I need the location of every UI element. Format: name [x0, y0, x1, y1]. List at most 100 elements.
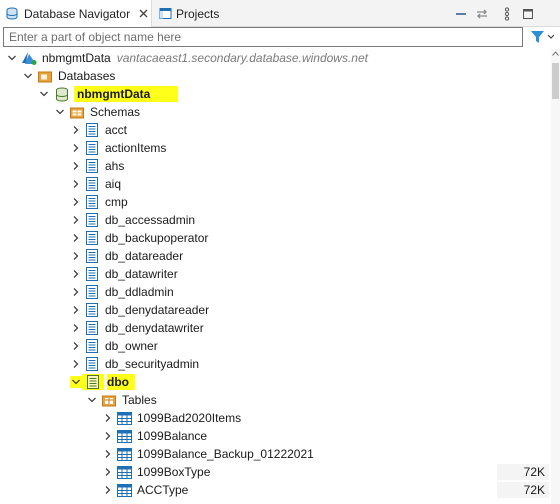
schema-icon — [84, 230, 100, 246]
view-menu-icon[interactable] — [499, 6, 515, 22]
chevron-right-icon[interactable] — [70, 214, 82, 226]
chevron-right-icon[interactable] — [70, 232, 82, 244]
tree-node-label: aiq — [105, 177, 122, 191]
tree-node-schema[interactable]: db_securityadmin — [0, 355, 548, 373]
tree-node-table[interactable]: 1099Bad2020Items — [0, 409, 548, 427]
tree-node-databases[interactable]: Databases — [0, 67, 548, 85]
chevron-down-icon[interactable] — [22, 70, 34, 82]
minimize-icon[interactable] — [453, 6, 469, 22]
chevron-right-icon[interactable] — [70, 358, 82, 370]
chevron-right-icon[interactable] — [102, 412, 114, 424]
table-icon — [116, 446, 132, 462]
table-size: 72K — [497, 464, 549, 480]
chevron-right-icon[interactable] — [70, 160, 82, 172]
tree-node-database[interactable]: nbmgmtData — [0, 85, 548, 103]
chevron-right-icon[interactable] — [102, 448, 114, 460]
chevron-right-icon[interactable] — [70, 196, 82, 208]
tree-node-schema[interactable]: db_denydatawriter — [0, 319, 548, 337]
tab-projects[interactable]: Projects — [153, 0, 253, 27]
tree-node-label: db_ddladmin — [105, 285, 174, 299]
schema-icon — [84, 194, 100, 210]
tree-node-schema[interactable]: db_denydatareader — [0, 301, 548, 319]
tree-node-label: Tables — [122, 393, 157, 407]
chevron-down-icon[interactable] — [6, 52, 18, 64]
tree-node-schema[interactable]: actionItems — [0, 139, 548, 157]
tree-node-schema[interactable]: db_backupoperator — [0, 229, 548, 247]
schema-icon — [84, 356, 100, 372]
tree-node-table[interactable]: 1099BoxType 72K — [0, 463, 549, 481]
tree-node-schema[interactable]: db_datawriter — [0, 265, 548, 283]
tree-node-label: db_denydatareader — [105, 303, 210, 317]
tree-node-schema[interactable]: db_accessadmin — [0, 211, 548, 229]
database-navigator-icon — [6, 7, 20, 21]
view-tab-bar: Database Navigator Projects — [0, 0, 560, 27]
schema-icon — [84, 284, 100, 300]
tree-node-schema[interactable]: ahs — [0, 157, 548, 175]
database-icon — [54, 86, 70, 102]
chevron-right-icon[interactable] — [70, 142, 82, 154]
chevron-down-icon[interactable] — [38, 88, 50, 100]
chevron-right-icon[interactable] — [70, 124, 82, 136]
tree-node-label: acct — [105, 123, 128, 137]
tree-node-label: 1099Balance — [137, 429, 208, 443]
scroll-up-arrow-icon[interactable] — [551, 51, 560, 59]
tree-node-label: ahs — [105, 159, 125, 173]
chevron-right-icon[interactable] — [70, 178, 82, 190]
tree-node-label: actionItems — [105, 141, 167, 155]
filter-icon[interactable] — [530, 29, 556, 45]
schema-icon — [84, 338, 100, 354]
table-icon — [116, 428, 132, 444]
chevron-right-icon[interactable] — [70, 286, 82, 298]
table-icon — [116, 410, 132, 426]
chevron-right-icon[interactable] — [102, 484, 114, 496]
azure-connection-icon — [21, 50, 37, 66]
vertical-scrollbar[interactable] — [551, 49, 560, 504]
tree-node-schema[interactable]: cmp — [0, 193, 548, 211]
tree-node-label: nbmgmtData — [74, 86, 179, 102]
tree-node-schema[interactable]: db_owner — [0, 337, 548, 355]
chevron-right-icon[interactable] — [70, 340, 82, 352]
tree-node-tables[interactable]: Tables — [0, 391, 548, 409]
tree-node-label: 1099BoxType — [137, 465, 211, 479]
tree-node-label: Schemas — [90, 105, 141, 119]
close-icon[interactable] — [137, 8, 149, 20]
tree-node-label: nbmgmtData — [42, 51, 111, 65]
tree-node-label: db_datareader — [105, 249, 184, 263]
chevron-down-icon[interactable] — [70, 376, 82, 388]
schema-icon — [84, 122, 100, 138]
chevron-down-icon[interactable] — [86, 394, 98, 406]
chevron-right-icon[interactable] — [70, 250, 82, 262]
tree-node-label: Databases — [58, 69, 116, 83]
tree-node-schemas[interactable]: Schemas — [0, 103, 548, 121]
tree-node-schema[interactable]: aiq — [0, 175, 548, 193]
tree-node-table[interactable]: ACCType 72K — [0, 481, 549, 499]
tree-node-table[interactable]: 1099Balance — [0, 427, 548, 445]
tab-database-navigator[interactable]: Database Navigator — [0, 0, 152, 27]
table-size: 72K — [497, 482, 549, 498]
tree-node-schema[interactable]: db_ddladmin — [0, 283, 548, 301]
table-icon — [116, 464, 132, 480]
schemas-folder-icon — [69, 104, 85, 120]
chevron-down-icon[interactable] — [54, 106, 66, 118]
chevron-right-icon[interactable] — [70, 268, 82, 280]
chevron-right-icon[interactable] — [102, 466, 114, 478]
chevron-right-icon[interactable] — [70, 304, 82, 316]
schema-icon — [82, 374, 104, 390]
object-name-filter-input[interactable] — [3, 27, 523, 47]
tree-node-connection[interactable]: nbmgmtData vantacaeast1.secondary.databa… — [0, 49, 548, 67]
schema-icon — [84, 158, 100, 174]
maximize-icon[interactable] — [520, 6, 536, 22]
schema-icon — [84, 248, 100, 264]
chevron-right-icon[interactable] — [70, 322, 82, 334]
tree-node-schema[interactable]: acct — [0, 121, 548, 139]
tree-node-table[interactable]: 1099Balance_Backup_01222021 — [0, 445, 548, 463]
tree-node-label: cmp — [105, 195, 128, 209]
link-with-editor-icon[interactable] — [474, 6, 490, 22]
tree-node-schema-dbo[interactable]: dbo — [0, 373, 548, 391]
scrollbar-thumb[interactable] — [552, 63, 559, 99]
tree-node-label: ACCType — [137, 483, 189, 497]
chevron-right-icon[interactable] — [102, 430, 114, 442]
tree-node-label: db_accessadmin — [105, 213, 196, 227]
folder-icon — [37, 68, 53, 84]
tree-node-schema[interactable]: db_datareader — [0, 247, 548, 265]
